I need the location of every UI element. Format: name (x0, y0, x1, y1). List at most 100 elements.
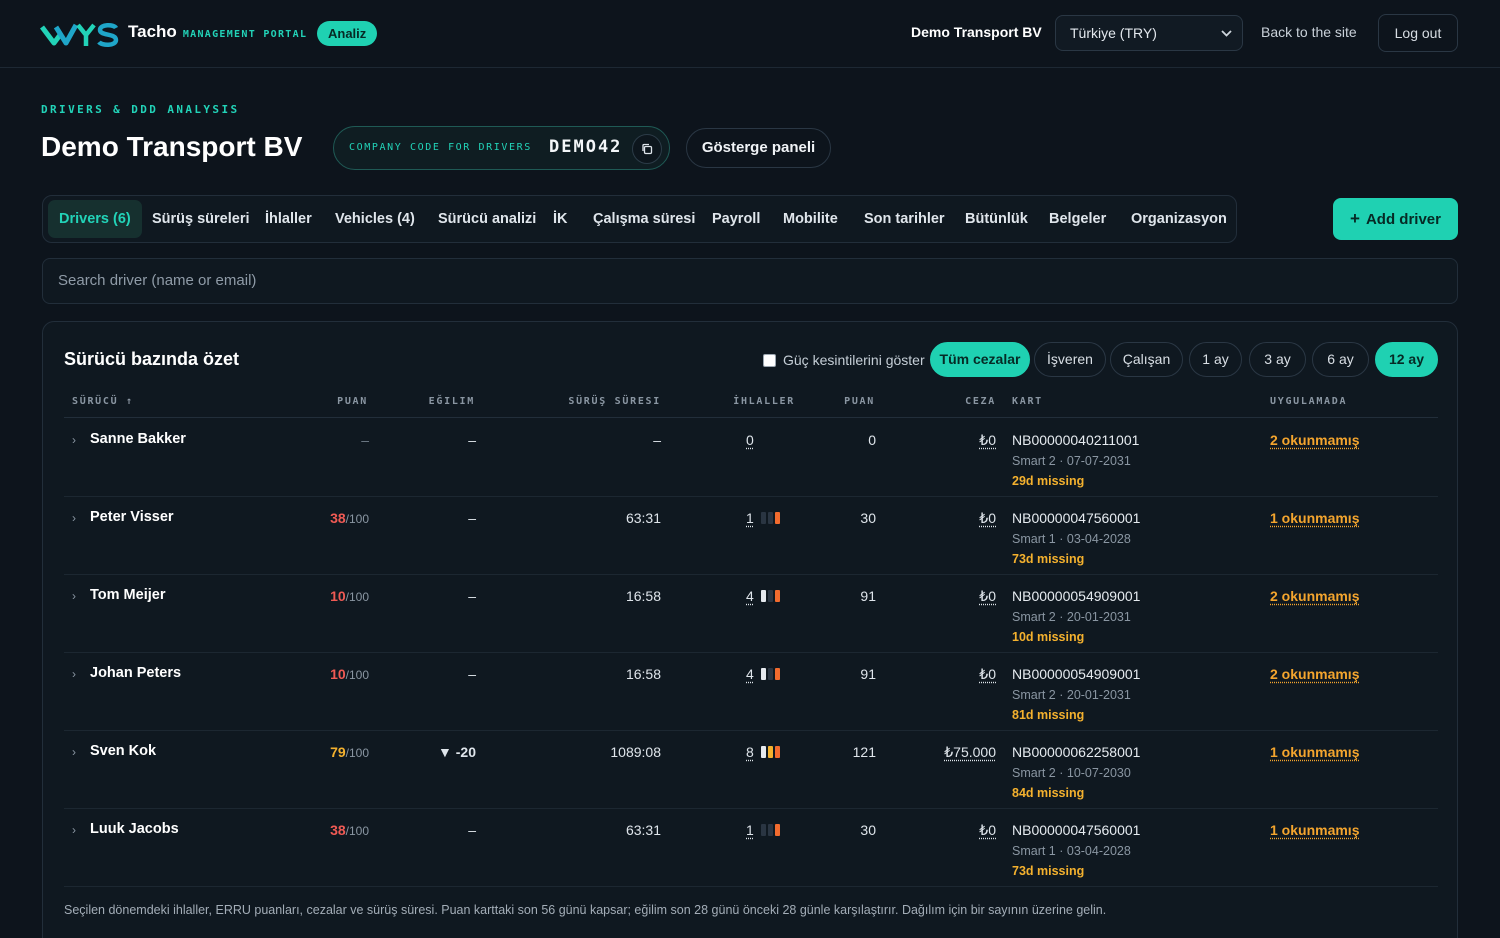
currency-select[interactable]: Türkiye (TRY) (1055, 15, 1243, 51)
violations-cell[interactable]: 4 (694, 588, 796, 604)
card-missing-days: 10d missing (1012, 630, 1085, 644)
expand-row-icon[interactable]: › (72, 511, 76, 525)
col-violations[interactable]: İHLALLER (693, 396, 795, 407)
header-divider (64, 417, 1438, 418)
violation-bar (774, 746, 780, 758)
driver-fine[interactable]: ₺0 (936, 510, 996, 527)
driver-fine[interactable]: ₺75.000 (936, 744, 996, 761)
col-fine[interactable]: CEZA (936, 396, 996, 407)
tab-driver-analysis[interactable]: Sürücü analizi (438, 196, 536, 242)
tab-hr[interactable]: İK (553, 196, 568, 242)
period-6-months[interactable]: 6 ay (1312, 342, 1369, 377)
score-value: 79 (330, 744, 346, 760)
expand-row-icon[interactable]: › (72, 745, 76, 759)
violation-bar (774, 824, 780, 836)
filter-employee[interactable]: Çalışan (1110, 342, 1183, 377)
violations-count[interactable]: 4 (746, 666, 754, 682)
unread-count[interactable]: 2 okunmamış (1270, 588, 1359, 604)
driver-fine[interactable]: ₺0 (936, 822, 996, 839)
driver-fine[interactable]: ₺0 (936, 588, 996, 605)
violations-count[interactable]: 4 (746, 588, 754, 604)
tab-organization[interactable]: Organizasyon (1131, 196, 1227, 242)
expand-row-icon[interactable]: › (72, 823, 76, 837)
tab-drivers[interactable]: Drivers (6) (48, 200, 142, 238)
driver-name[interactable]: Johan Peters (90, 665, 181, 681)
col-card[interactable]: KART (1012, 396, 1043, 407)
table-row[interactable]: › Johan Peters 10/100 – 16:58 4 91 ₺0 NB… (64, 653, 1438, 731)
col-in-app[interactable]: UYGULAMADA (1270, 396, 1347, 407)
unread-count[interactable]: 2 okunmamış (1270, 432, 1359, 448)
tab-documents[interactable]: Belgeler (1049, 196, 1106, 242)
tab-deadlines[interactable]: Son tarihler (864, 196, 945, 242)
driver-points: 121 (852, 744, 876, 760)
main-tabs: Drivers (6) Sürüş süreleri İhlaller Vehi… (42, 195, 1237, 243)
driver-points: 91 (860, 588, 876, 604)
driver-trend: ▼ -20 (438, 744, 476, 760)
period-12-months[interactable]: 12 ay (1375, 342, 1438, 377)
table-row[interactable]: › Tom Meijer 10/100 – 16:58 4 91 ₺0 NB00… (64, 575, 1438, 653)
violations-count[interactable]: 0 (746, 432, 754, 448)
driver-name[interactable]: Peter Visser (90, 509, 174, 525)
driver-name[interactable]: Sven Kok (90, 743, 156, 759)
back-to-site-link[interactable]: Back to the site (1261, 24, 1357, 40)
col-points[interactable]: PUAN (815, 396, 875, 407)
copy-code-button[interactable] (632, 134, 662, 164)
driver-score: 38/100 (289, 510, 369, 526)
table-row[interactable]: › Sven Kok 79/100 ▼ -20 1089:08 8 121 ₺7… (64, 731, 1438, 809)
col-score[interactable]: PUAN (288, 396, 368, 407)
tab-mobility[interactable]: Mobilite (783, 196, 838, 242)
driver-fine[interactable]: ₺0 (936, 666, 996, 683)
violations-cell[interactable]: 1 (694, 510, 796, 526)
violations-cell[interactable]: 1 (694, 822, 796, 838)
company-code-value: DEMO42 (549, 137, 623, 157)
power-interruptions-toggle[interactable]: Güç kesintilerini göster (763, 352, 925, 368)
violations-count[interactable]: 1 (746, 510, 754, 526)
driver-fine[interactable]: ₺0 (936, 432, 996, 449)
driver-name[interactable]: Tom Meijer (90, 587, 165, 603)
power-checkbox[interactable] (763, 353, 776, 367)
search-input[interactable]: Search driver (name or email) (42, 258, 1458, 304)
violations-cell[interactable]: 0 (694, 432, 796, 448)
unread-count[interactable]: 1 okunmamış (1270, 510, 1359, 526)
unread-count[interactable]: 2 okunmamış (1270, 666, 1359, 682)
violation-bar (767, 824, 773, 836)
period-3-months[interactable]: 3 ay (1249, 342, 1306, 377)
violations-cell[interactable]: 8 (694, 744, 796, 760)
table-row[interactable]: › Peter Visser 38/100 – 63:31 1 30 ₺0 NB… (64, 497, 1438, 575)
driver-points: 91 (860, 666, 876, 682)
tab-driving-times[interactable]: Sürüş süreleri (152, 196, 250, 242)
driver-name[interactable]: Sanne Bakker (90, 431, 186, 447)
tab-violations[interactable]: İhlaller (265, 196, 312, 242)
driver-name[interactable]: Luuk Jacobs (90, 821, 179, 837)
tab-working-time[interactable]: Çalışma süresi (593, 196, 695, 242)
unread-count[interactable]: 1 okunmamış (1270, 822, 1359, 838)
violation-bar (774, 668, 780, 680)
period-1-month[interactable]: 1 ay (1189, 342, 1242, 377)
filter-all-fines[interactable]: Tüm cezalar (930, 342, 1030, 377)
filter-employer[interactable]: İşveren (1034, 342, 1106, 377)
violations-count[interactable]: 1 (746, 822, 754, 838)
violations-cell[interactable]: 4 (694, 666, 796, 682)
logout-button[interactable]: Log out (1378, 14, 1458, 52)
expand-row-icon[interactable]: › (72, 433, 76, 447)
expand-row-icon[interactable]: › (72, 667, 76, 681)
logo[interactable] (40, 19, 120, 49)
driver-trend: – (468, 432, 476, 448)
col-trend[interactable]: EĞILIM (395, 396, 475, 407)
table-row[interactable]: › Sanne Bakker – – – 0 0 ₺0 NB0000004021… (64, 419, 1438, 497)
card-number: NB00000047560001 (1012, 510, 1141, 526)
dashboard-button[interactable]: Gösterge paneli (686, 128, 831, 168)
expand-row-icon[interactable]: › (72, 589, 76, 603)
unread-count[interactable]: 1 okunmamış (1270, 744, 1359, 760)
tab-vehicles[interactable]: Vehicles (4) (335, 196, 415, 242)
tab-payroll[interactable]: Payroll (712, 196, 760, 242)
tab-integrity[interactable]: Bütünlük (965, 196, 1028, 242)
violations-count[interactable]: 8 (746, 744, 754, 760)
score-max: /100 (345, 668, 369, 682)
violation-breakdown (760, 824, 780, 836)
col-driver[interactable]: SÜRÜCÜ ↑ (72, 396, 134, 407)
col-driving-time[interactable]: SÜRÜŞ SÜRESI (531, 396, 661, 407)
add-driver-button[interactable]: + Add driver (1333, 198, 1458, 240)
table-row[interactable]: › Luuk Jacobs 38/100 – 63:31 1 30 ₺0 NB0… (64, 809, 1438, 887)
driver-points: 30 (860, 822, 876, 838)
